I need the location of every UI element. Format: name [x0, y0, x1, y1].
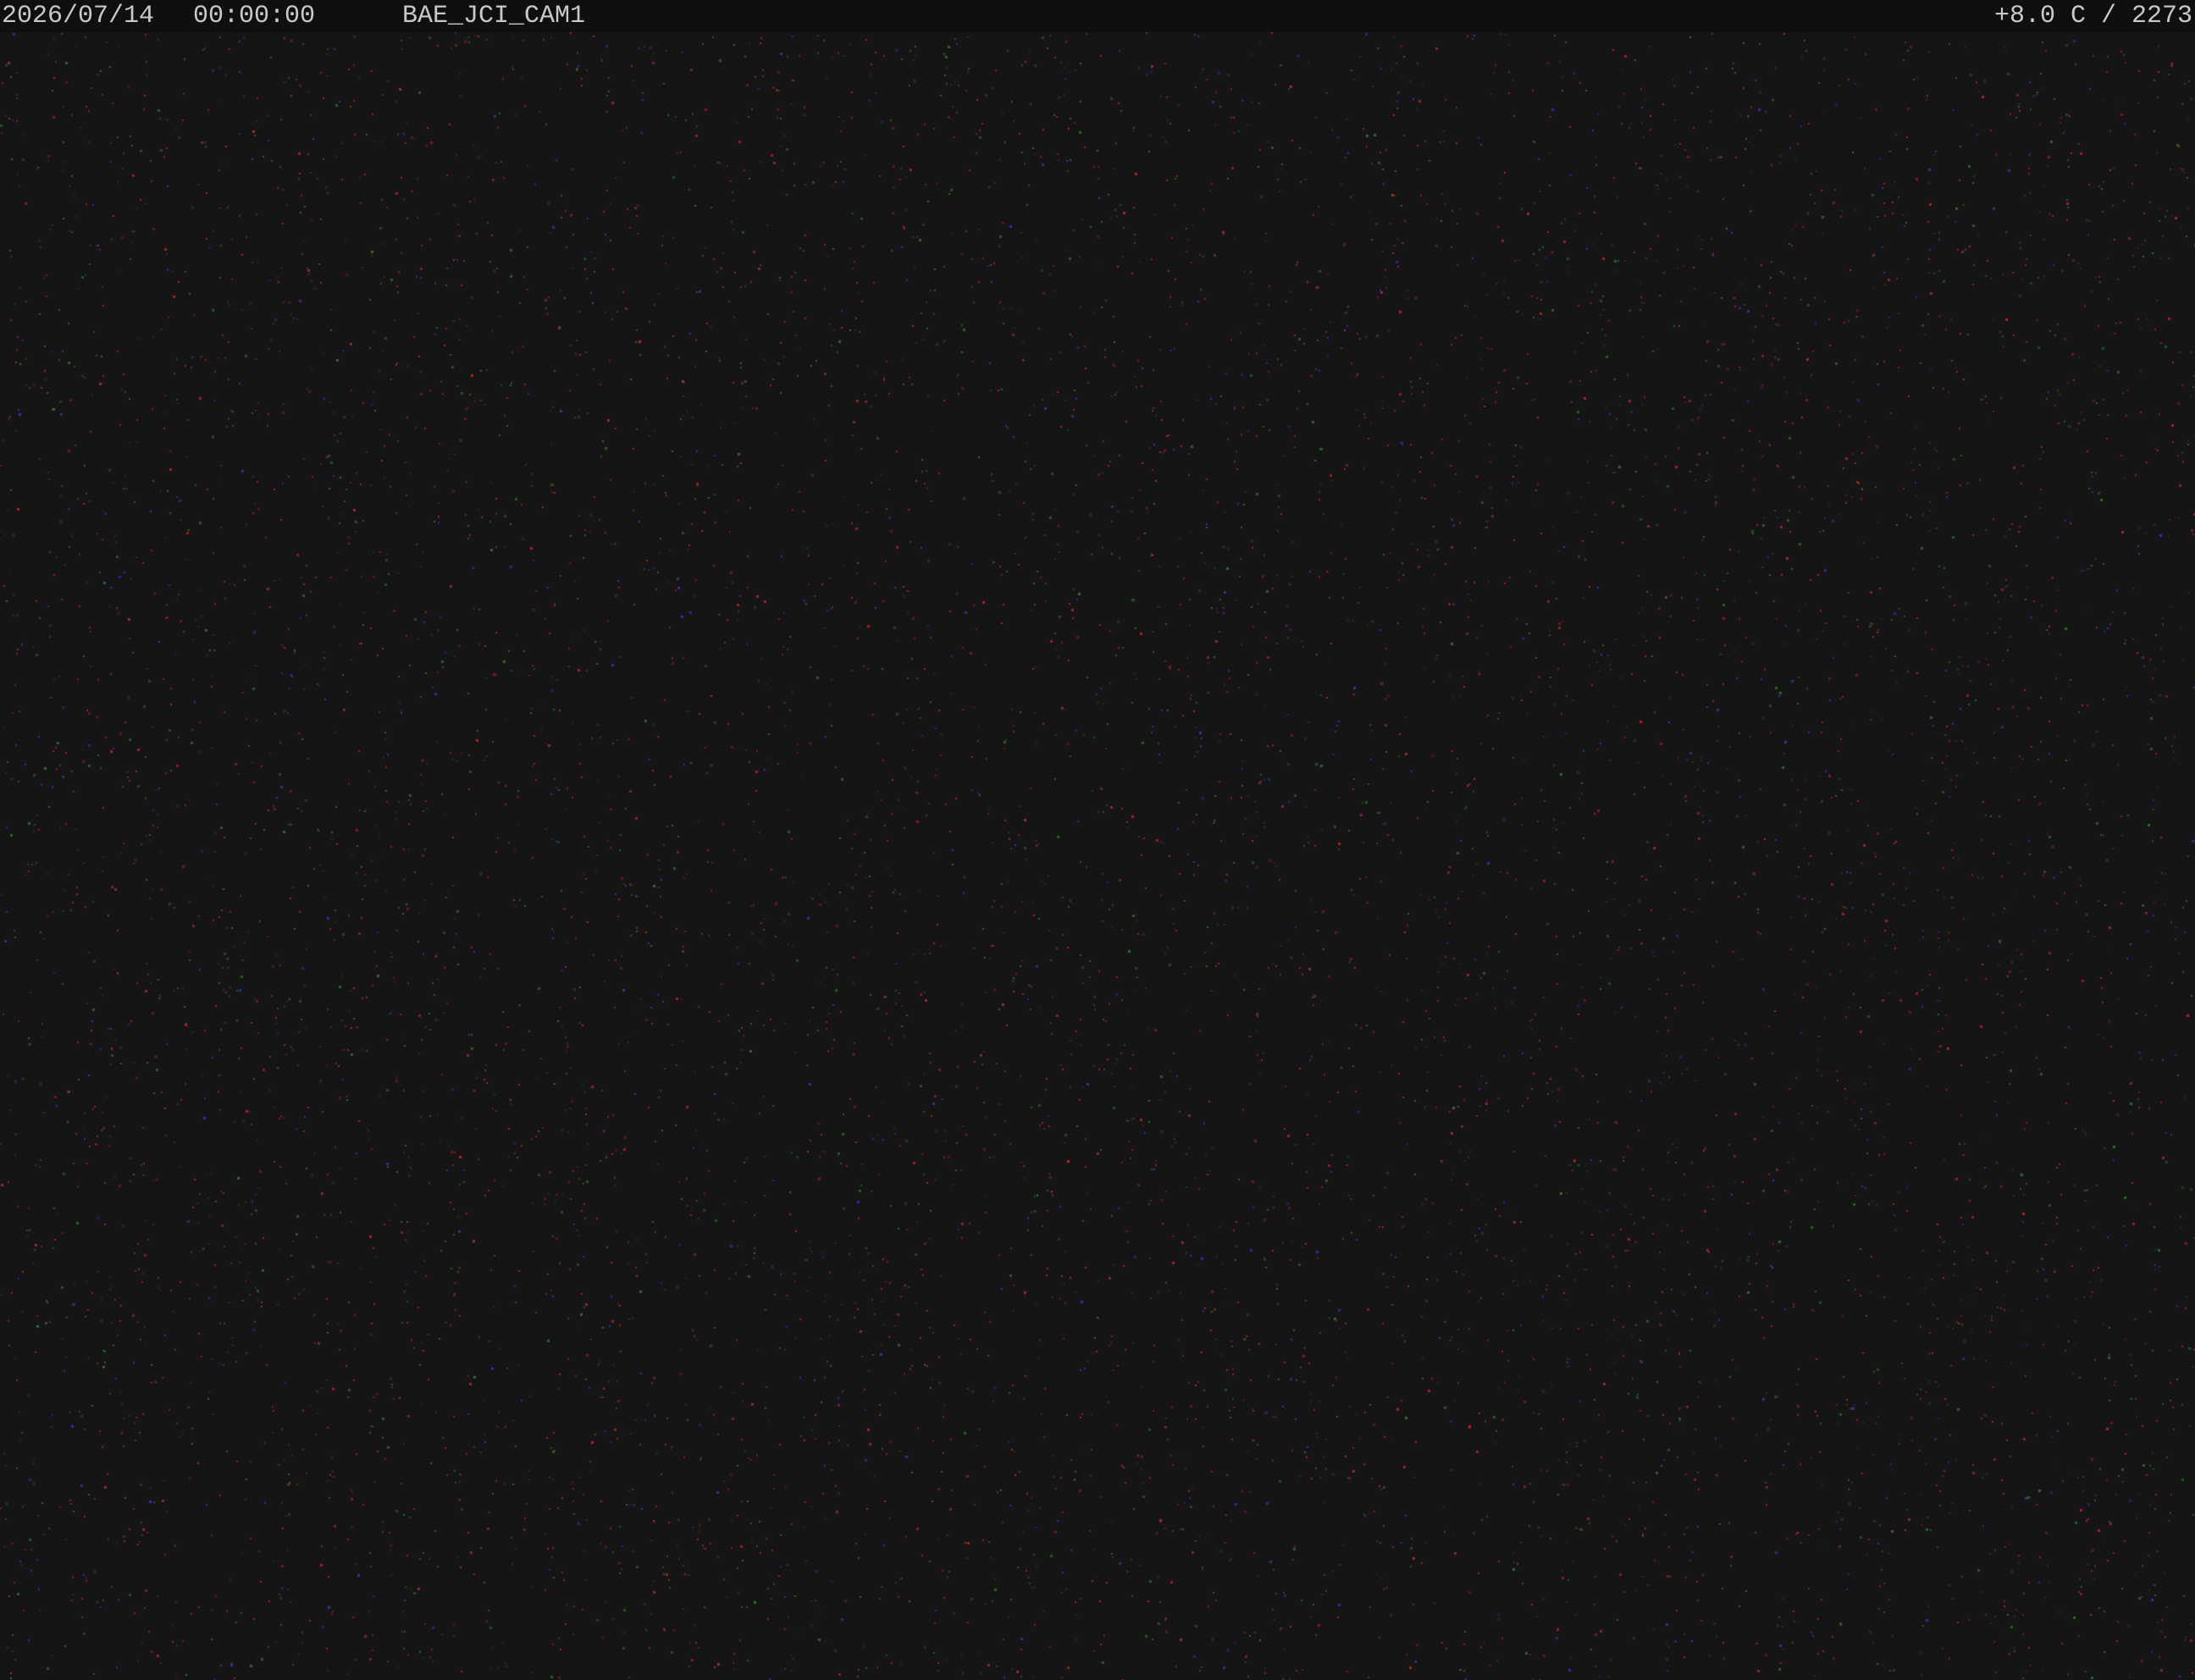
- camera-id-label: BAE_JCI_CAM1: [402, 2, 586, 30]
- camera-frame: 2026/07/14 00:00:00 BAE_JCI_CAM1 +8.0 C …: [0, 0, 2195, 1680]
- sensor-readout: +8.0 C / 2273: [1993, 2, 2192, 30]
- timestamp-time: 00:00:00: [193, 2, 316, 30]
- timestamp-overlay-bar: 2026/07/14 00:00:00 BAE_JCI_CAM1 +8.0 C …: [0, 0, 2195, 32]
- timestamp-date: 2026/07/14: [2, 2, 155, 30]
- night-sky-image: [0, 32, 2195, 1680]
